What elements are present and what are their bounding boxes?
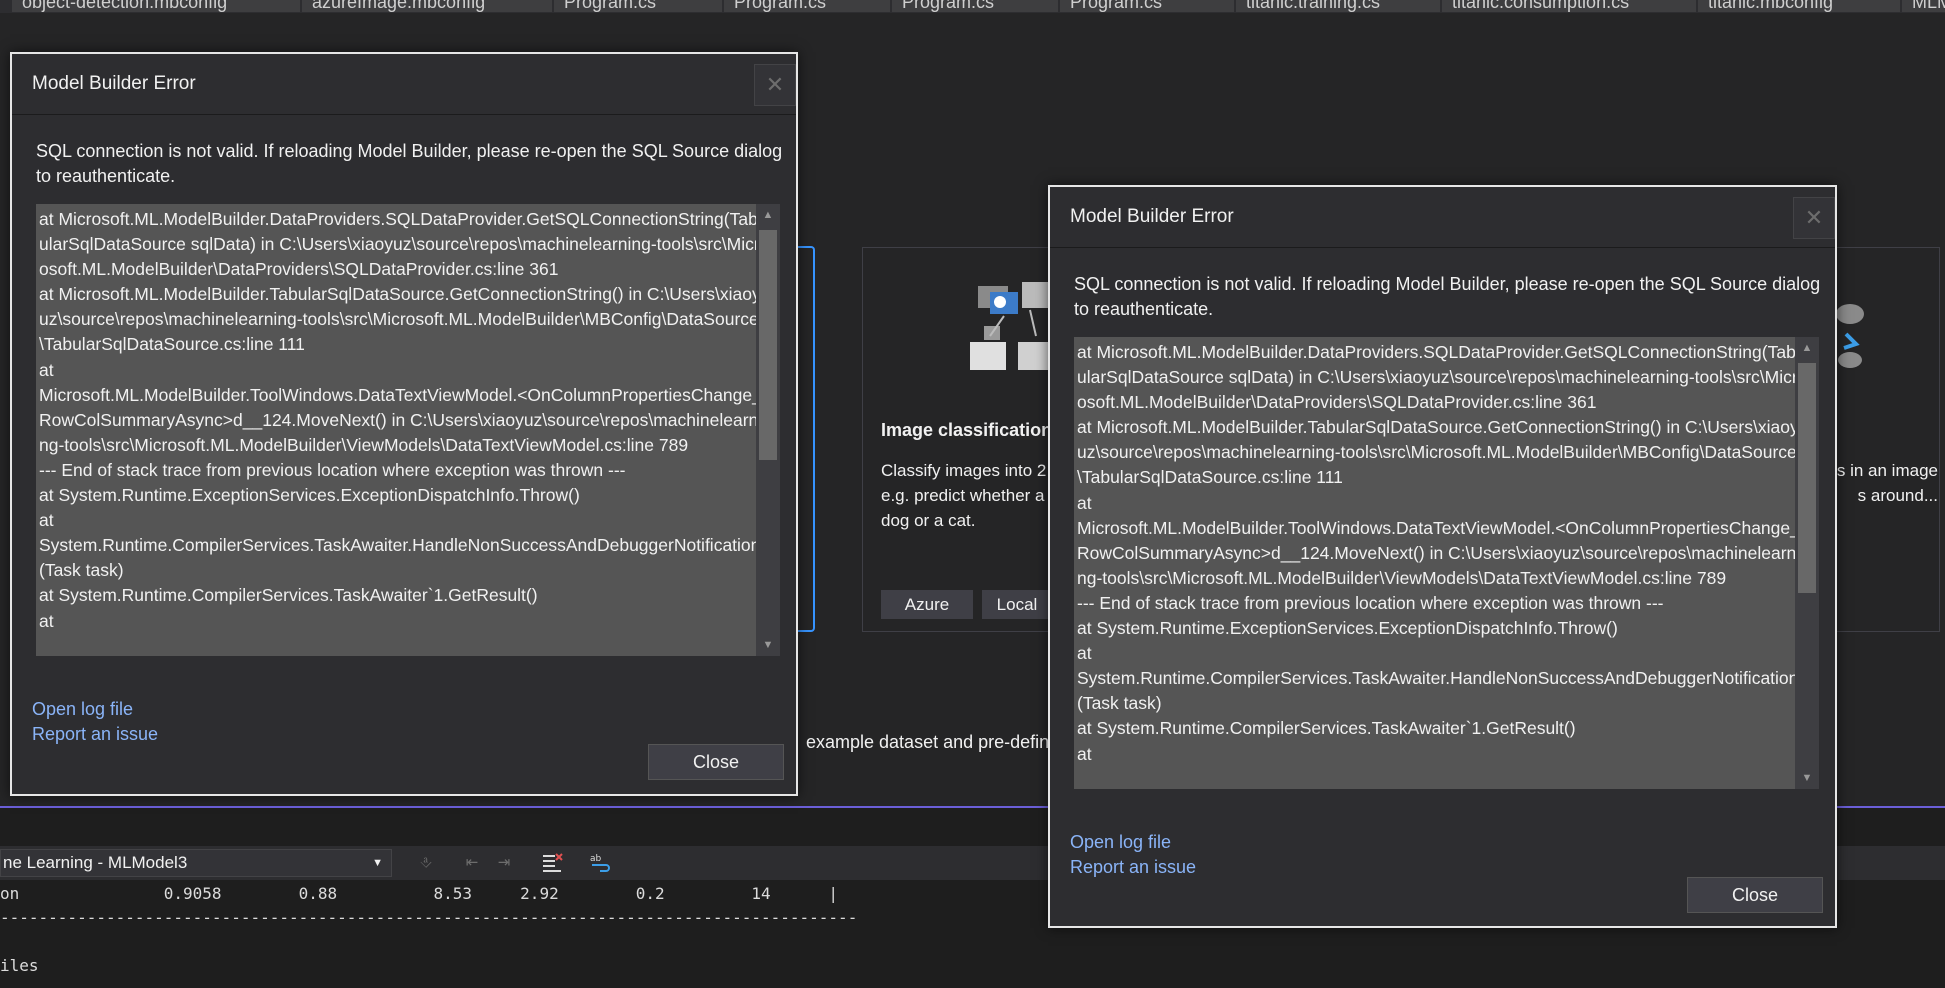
tab-titanic-mbconfig[interactable]: titanic.mbconfig: [1698, 0, 1902, 12]
trace-line: --- End of stack trace from previous loc…: [1077, 592, 1664, 613]
dialog-title: Model Builder Error: [32, 73, 196, 94]
model-builder-error-dialog-1: Model Builder Error ✕ SQL connection is …: [10, 52, 798, 796]
tab-azureimage-mbconfig[interactable]: azureImage.mbconfig: [302, 0, 554, 12]
scroll-up-icon[interactable]: ▲: [1795, 337, 1819, 359]
output-text-line: iles: [0, 956, 39, 975]
trace-line: at System.Runtime.ExceptionServices.Exce…: [39, 485, 580, 506]
trace-line: at Microsoft.ML.ModelBuilder.TabularSqlD…: [1077, 417, 1799, 488]
tab-program-cs-1[interactable]: Program.cs: [554, 0, 724, 12]
trace-line: at: [1077, 492, 1092, 513]
chevron-down-icon: ▼: [372, 857, 383, 869]
report-issue-link[interactable]: Report an issue: [32, 724, 158, 745]
stack-trace-box[interactable]: at Microsoft.ML.ModelBuilder.DataProvide…: [1074, 337, 1808, 789]
trace-line: at System.Runtime.CompilerServices.TaskA…: [1077, 718, 1576, 739]
tab-titanic-training-cs[interactable]: titanic.training.cs: [1236, 0, 1442, 12]
trace-line: --- End of stack trace from previous loc…: [39, 459, 626, 480]
trace-line: System.Runtime.CompilerServices.TaskAwai…: [1077, 668, 1799, 714]
trace-line: System.Runtime.CompilerServices.TaskAwai…: [39, 535, 761, 581]
trace-scrollbar[interactable]: ▲ ▼: [1795, 337, 1819, 789]
open-log-file-link[interactable]: Open log file: [1070, 832, 1171, 853]
tab-titanic-consumption-cs[interactable]: titanic.consumption.cs: [1442, 0, 1698, 12]
trace-line: at: [39, 510, 54, 531]
find-message-icon[interactable]: ⎀: [414, 851, 438, 875]
azure-badge: Azure: [881, 590, 973, 619]
trace-line: Microsoft.ML.ModelBuilder.ToolWindows.Da…: [1077, 517, 1801, 588]
trace-line: at System.Runtime.ExceptionServices.Exce…: [1077, 618, 1618, 639]
scrollbar-thumb[interactable]: [759, 230, 777, 460]
output-source-dropdown[interactable]: ne Learning - MLModel3 ▼: [0, 849, 392, 877]
trace-line: at Microsoft.ML.ModelBuilder.DataProvide…: [1077, 342, 1798, 413]
svg-text:ab: ab: [590, 854, 602, 864]
output-metrics-row: on 0.9058 0.88 8.53 2.92 0.2 14 |: [0, 884, 839, 903]
next-message-icon[interactable]: ⇥: [492, 851, 516, 875]
tab-object-detection-mbconfig[interactable]: object-detection.mbconfig: [12, 0, 302, 12]
error-message: SQL connection is not valid. If reloadin…: [1074, 274, 1821, 319]
scrollbar-thumb[interactable]: [1798, 363, 1816, 593]
tab-program-cs-2[interactable]: Program.cs: [724, 0, 892, 12]
card-title: Image classification: [881, 420, 1053, 440]
card-description: Classify images into 2 e.g. predict whet…: [881, 461, 1059, 530]
stack-trace-box[interactable]: at Microsoft.ML.ModelBuilder.DataProvide…: [36, 204, 770, 656]
card-right-description: s in an image s around...: [1836, 461, 1938, 505]
close-button[interactable]: Close: [1687, 877, 1823, 913]
scroll-down-icon[interactable]: ▼: [1795, 767, 1819, 789]
open-log-file-link[interactable]: Open log file: [32, 699, 133, 720]
report-issue-link[interactable]: Report an issue: [1070, 857, 1196, 878]
clear-all-icon[interactable]: [540, 851, 564, 875]
trace-line: at Microsoft.ML.ModelBuilder.DataProvide…: [39, 209, 760, 280]
scroll-up-icon[interactable]: ▲: [756, 204, 780, 226]
trace-line: at: [1077, 643, 1092, 664]
trace-line: at: [39, 359, 54, 380]
local-badge: Local: [982, 590, 1052, 619]
word-wrap-icon[interactable]: ab: [588, 851, 612, 875]
document-tab-strip: object-detection.mbconfig azureImage.mbc…: [0, 0, 1945, 13]
tab-program-cs-3[interactable]: Program.cs: [892, 0, 1060, 12]
output-separator: ----------------------------------------…: [0, 908, 858, 927]
example-dataset-text: example dataset and pre-defin: [806, 732, 1050, 752]
close-icon[interactable]: ✕: [754, 64, 796, 106]
close-button[interactable]: Close: [648, 744, 784, 780]
model-builder-error-dialog-2: Model Builder Error ✕ SQL connection is …: [1048, 185, 1837, 928]
output-source-label: ne Learning - MLModel3: [3, 853, 188, 872]
close-icon[interactable]: ✕: [1793, 197, 1835, 239]
dialog-title: Model Builder Error: [1070, 206, 1234, 227]
tab-program-cs-4[interactable]: Program.cs: [1060, 0, 1236, 12]
trace-line: at Microsoft.ML.ModelBuilder.TabularSqlD…: [39, 284, 761, 355]
prev-message-icon[interactable]: ⇤: [460, 851, 484, 875]
tab-mlmodel[interactable]: MLMo: [1902, 0, 1945, 12]
scroll-down-icon[interactable]: ▼: [756, 634, 780, 656]
title-separator: [1050, 247, 1835, 248]
trace-line: Microsoft.ML.ModelBuilder.ToolWindows.Da…: [39, 384, 763, 455]
trace-line: at: [1077, 743, 1092, 764]
trace-scrollbar[interactable]: ▲ ▼: [756, 204, 780, 656]
error-message: SQL connection is not valid. If reloadin…: [36, 141, 783, 186]
trace-line: at: [39, 610, 54, 631]
title-separator: [12, 114, 796, 115]
trace-line: at System.Runtime.CompilerServices.TaskA…: [39, 585, 538, 606]
